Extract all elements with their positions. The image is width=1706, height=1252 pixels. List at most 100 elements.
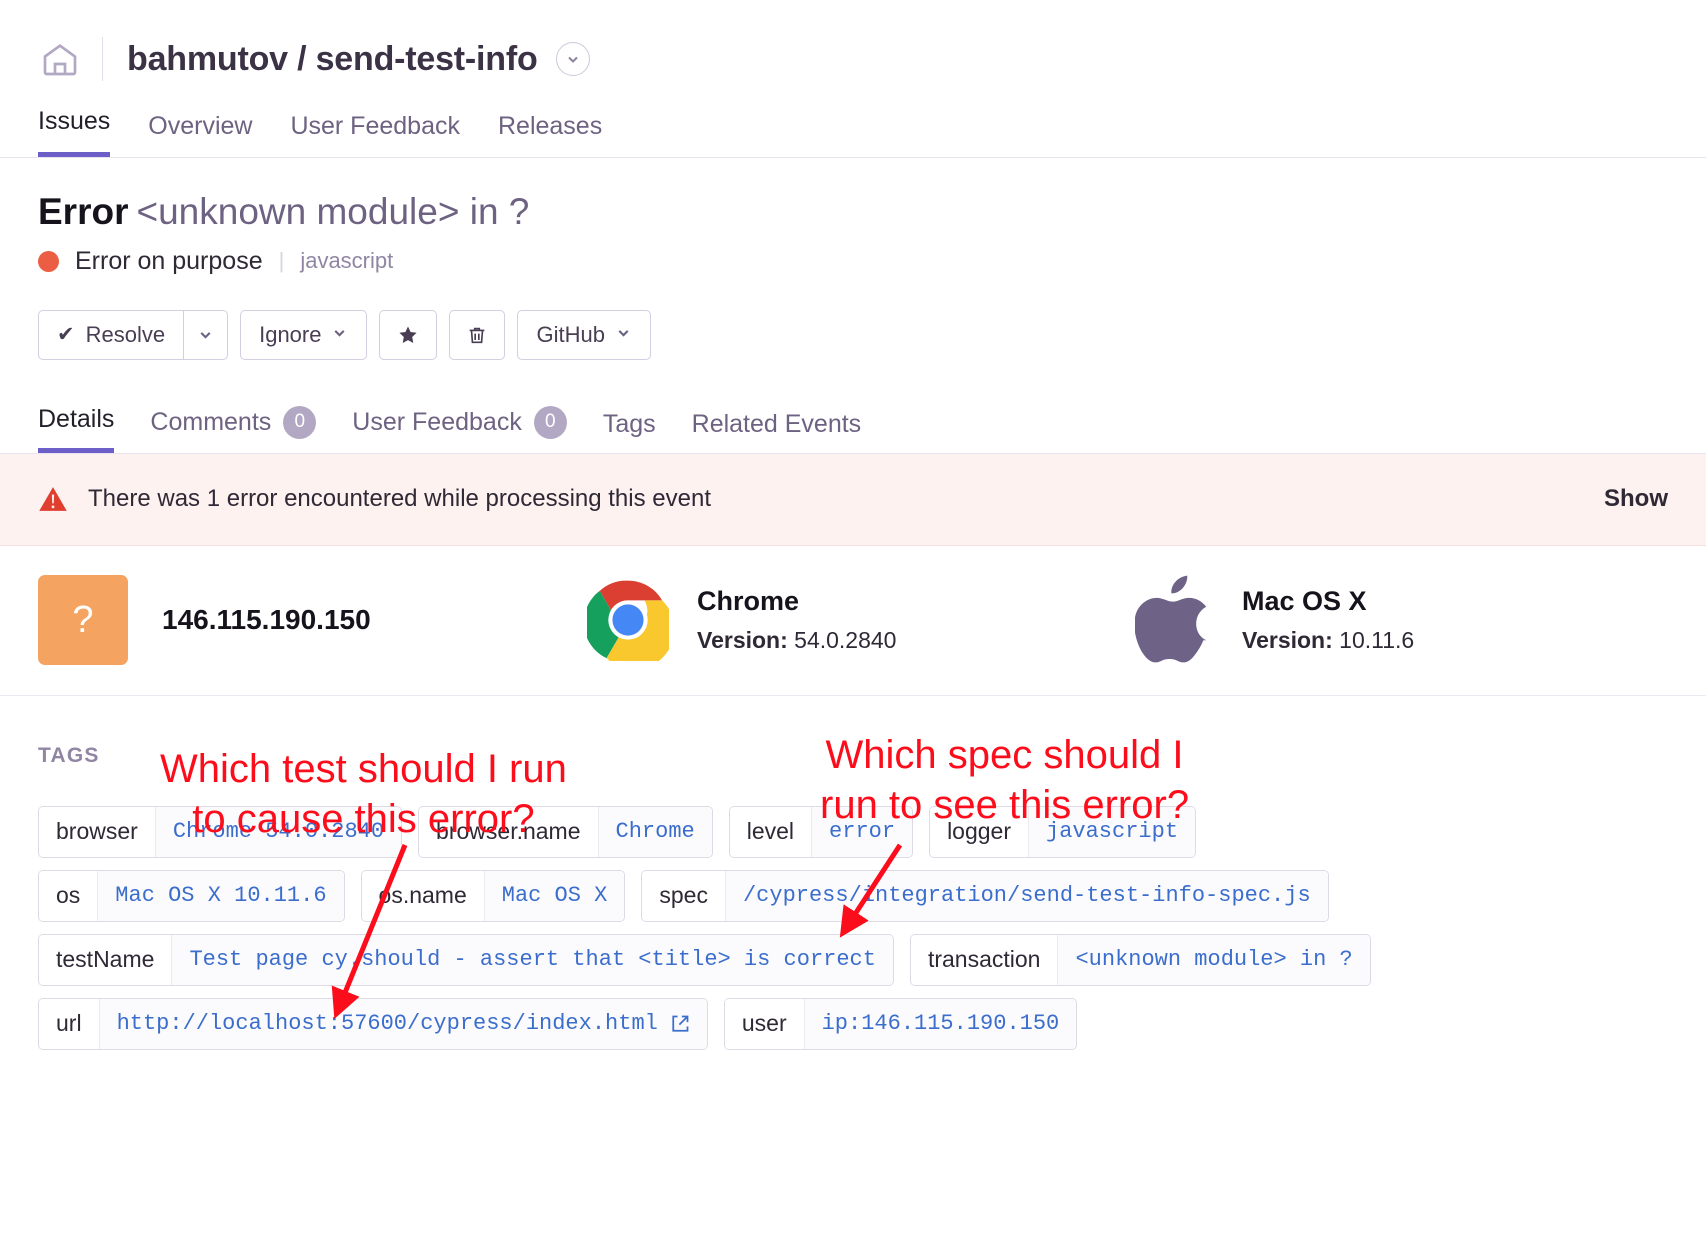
tag-value[interactable]: Chrome [597,806,712,857]
processing-error-banner: There was 1 error encountered while proc… [0,453,1706,546]
tag-os[interactable]: os Mac OS X 10.11.6 [38,869,345,922]
chrome-icon [583,579,673,662]
tag-key: user [724,998,804,1049]
ignore-button[interactable]: Ignore [240,309,368,360]
os-version-row: Version: 10.11.6 [1242,627,1414,654]
tag-key: testName [39,934,172,985]
tab-comments-label: Comments [150,407,272,436]
comments-count-badge: 0 [283,405,317,439]
warning-triangle-icon [38,485,68,513]
resolve-dropdown-button[interactable] [184,309,229,360]
tag-os-name[interactable]: os.name Mac OS X [360,869,626,922]
org-header: bahmutov / send-test-info [0,0,1706,92]
tag-level[interactable]: level error [728,805,914,858]
nav-item-releases[interactable]: Releases [498,112,602,157]
context-browser: Chrome Version: 54.0.2840 [583,579,1128,662]
tag-value[interactable]: http://localhost:57600/cypress/index.htm… [98,998,707,1049]
nav-item-overview[interactable]: Overview [148,112,252,157]
star-icon [399,326,418,343]
tag-value[interactable]: Mac OS X 10.11.6 [97,870,344,921]
tag-value[interactable]: error [811,806,913,857]
ignore-label: Ignore [259,321,322,347]
issue-subtitle: Error on purpose | javascript [38,247,1668,276]
tab-tags-label: Tags [602,409,656,438]
apple-icon [1128,575,1218,665]
browser-name: Chrome [697,586,800,617]
github-label: GitHub [536,321,605,347]
tag-key: level [729,806,812,857]
os-name: Mac OS X [1242,586,1367,617]
tag-value[interactable]: Chrome 54.0.2840 [154,806,402,857]
tag-value[interactable]: <unknown module> in ? [1057,934,1370,985]
tag-key: url [39,998,99,1049]
tag-value[interactable]: /cypress/integration/send-test-info-spec… [724,870,1328,921]
tag-spec[interactable]: spec /cypress/integration/send-test-info… [641,869,1329,922]
chevron-down-icon [200,332,211,339]
nav-item-issues[interactable]: Issues [38,107,111,157]
tag-row: url http://localhost:57600/cypress/index… [38,997,1668,1050]
os-version-label: Version: [1242,627,1333,654]
browser-text: Chrome Version: 54.0.2840 [697,586,896,654]
github-button[interactable]: GitHub [517,309,651,360]
issue-type: Error [38,191,129,232]
tag-key: logger [930,806,1028,857]
tag-key: transaction [910,934,1058,985]
tab-comments[interactable]: Comments 0 [150,405,317,453]
tag-key: os.name [361,870,484,921]
check-icon: ✔ [57,323,75,347]
resolve-button[interactable]: ✔ Resolve [38,309,185,360]
event-context-row: ? 146.115.190.150 Chrome Version: 54.0.2… [0,546,1706,696]
tag-browser-name[interactable]: browser.name Chrome [418,805,713,858]
tag-test-name[interactable]: testName Test page cy.should - assert th… [38,933,894,986]
user-feedback-count-badge: 0 [533,405,567,439]
chevron-down-icon [615,324,632,345]
tag-value[interactable]: javascript [1028,806,1196,857]
user-ip: 146.115.190.150 [162,604,371,636]
os-version-value: 10.11.6 [1339,627,1415,654]
header-divider [102,37,103,81]
banner-show-link[interactable]: Show [1604,485,1668,513]
issue-message: Error on purpose [75,246,263,275]
home-icon[interactable] [38,37,82,81]
tag-logger[interactable]: logger javascript [929,805,1197,858]
browser-version-value: 54.0.2840 [794,627,897,654]
tag-key: spec [642,870,725,921]
project-title[interactable]: bahmutov / send-test-info [127,40,538,79]
chevron-down-icon[interactable] [555,42,590,76]
tag-url-text: http://localhost:57600/cypress/index.htm… [116,1011,658,1037]
issue-logger: javascript [300,248,394,274]
external-link-icon[interactable] [670,1014,690,1034]
context-user: ? 146.115.190.150 [38,575,583,666]
delete-button[interactable] [449,309,506,360]
tag-browser[interactable]: browser Chrome 54.0.2840 [38,805,403,858]
tag-row: os Mac OS X 10.11.6 os.name Mac OS X spe… [38,869,1668,922]
issue-culprit: <unknown module> in ? [136,191,530,232]
tab-details[interactable]: Details [38,405,115,453]
tag-key: browser.name [419,806,598,857]
trash-icon [470,327,485,343]
detail-tabs: Details Comments 0 User Feedback 0 Tags … [0,394,1706,454]
tab-user-feedback[interactable]: User Feedback 0 [352,405,567,453]
tag-value[interactable]: ip:146.115.190.150 [803,998,1077,1049]
avatar: ? [38,575,128,666]
tab-related-events-label: Related Events [691,409,862,438]
issue-actions: ✔ Resolve Ignore GitHub [0,276,1706,360]
tags-section: TAGS browser Chrome 54.0.2840 browser.na… [0,696,1706,1050]
tag-row: browser Chrome 54.0.2840 browser.name Ch… [38,805,1668,858]
context-os: Mac OS X Version: 10.11.6 [1128,575,1668,665]
tag-value[interactable]: Test page cy.should - assert that <title… [171,934,893,985]
nav-item-user-feedback[interactable]: User Feedback [290,112,460,157]
tab-tags[interactable]: Tags [603,410,656,453]
tag-url[interactable]: url http://localhost:57600/cypress/index… [38,997,708,1050]
top-nav: Issues Overview User Feedback Releases [0,92,1706,158]
tag-user[interactable]: user ip:146.115.190.150 [723,997,1078,1050]
tab-user-feedback-label: User Feedback [352,407,522,436]
resolve-button-group: ✔ Resolve [38,309,229,360]
tag-key: os [39,870,98,921]
browser-version-row: Version: 54.0.2840 [697,627,896,654]
bookmark-button[interactable] [379,309,438,360]
issue-header: Error <unknown module> in ? Error on purp… [0,158,1706,276]
tab-related-events[interactable]: Related Events [692,410,862,453]
tag-value[interactable]: Mac OS X [483,870,625,921]
tag-transaction[interactable]: transaction <unknown module> in ? [909,933,1371,986]
